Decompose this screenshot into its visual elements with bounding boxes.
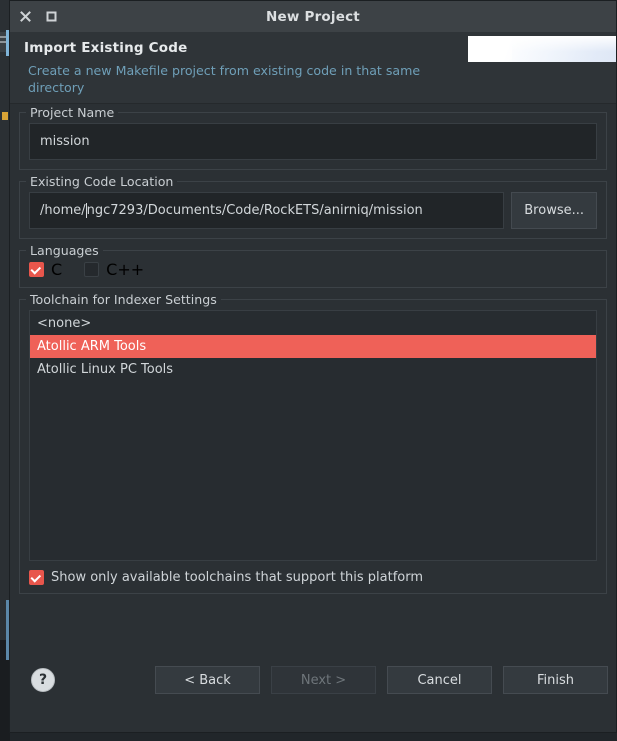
toolchain-group: Toolchain for Indexer Settings <none> At… — [19, 292, 607, 594]
next-button: Next > — [271, 666, 376, 694]
code-location-value-before-caret: /home/ — [40, 203, 86, 218]
help-icon[interactable]: ? — [31, 668, 55, 692]
toolchain-item-label: Atollic Linux PC Tools — [37, 362, 174, 377]
dialog-titlebar: New Project — [10, 1, 616, 32]
list-item[interactable]: Atollic ARM Tools — [30, 335, 596, 358]
back-button[interactable]: < Back — [155, 666, 260, 694]
checkbox-c[interactable] — [29, 262, 44, 277]
language-option-c[interactable]: C — [29, 260, 62, 279]
language-option-cpp[interactable]: C++ — [84, 260, 144, 279]
project-name-value: mission — [40, 134, 90, 149]
code-location-input[interactable]: /home/ngc7293/Documents/Code/RockETS/ani… — [29, 192, 505, 229]
show-only-available-row[interactable]: Show only available toolchains that supp… — [29, 570, 597, 585]
project-name-group: Project Name mission — [19, 105, 607, 170]
wizard-banner-image — [468, 36, 616, 62]
show-only-available-label: Show only available toolchains that supp… — [51, 570, 424, 585]
toolchain-item-label: <none> — [37, 316, 92, 331]
warning-marker-icon — [2, 112, 8, 120]
languages-group: Languages C C++ — [19, 243, 607, 288]
checkbox-show-only-available[interactable] — [29, 570, 44, 585]
maximize-icon[interactable] — [44, 10, 58, 24]
browse-button[interactable]: Browse... — [511, 192, 597, 229]
code-location-group-label: Existing Code Location — [26, 174, 178, 189]
toolchain-group-label: Toolchain for Indexer Settings — [26, 292, 221, 307]
list-item[interactable]: <none> — [30, 312, 596, 335]
checkbox-cpp[interactable] — [84, 262, 100, 277]
languages-group-label: Languages — [26, 243, 103, 258]
cancel-button[interactable]: Cancel — [387, 666, 492, 694]
language-label-c: C — [51, 260, 63, 279]
close-icon[interactable] — [18, 10, 32, 24]
code-location-row: /home/ngc7293/Documents/Code/RockETS/ani… — [29, 192, 597, 229]
toolchain-item-label: Atollic ARM Tools — [37, 339, 147, 354]
code-location-value-after-caret: ngc7293/Documents/Code/RockETS/anirniq/m… — [86, 203, 423, 218]
languages-row: C C++ — [29, 260, 597, 279]
list-item[interactable]: Atollic Linux PC Tools — [30, 358, 596, 381]
wizard-description: Create a new Makefile project from exist… — [28, 63, 421, 95]
window-controls — [10, 10, 58, 24]
toolchain-listbox[interactable]: <none> Atollic ARM Tools Atollic Linux P… — [29, 310, 597, 561]
window-title: New Project — [266, 8, 360, 25]
new-project-dialog: New Project Import Existing Code Create … — [9, 0, 617, 733]
wizard-button-bar: < Back Next > Cancel Finish — [155, 666, 608, 694]
project-name-input[interactable]: mission — [29, 123, 597, 160]
finish-button[interactable]: Finish — [503, 666, 608, 694]
project-name-group-label: Project Name — [26, 105, 119, 120]
language-label-cpp: C++ — [106, 260, 145, 279]
wizard-header: Import Existing Code Create a new Makefi… — [10, 32, 616, 104]
dialog-body: Project Name mission Existing Code Locat… — [10, 104, 616, 628]
dialog-footer: ? < Back Next > Cancel Finish — [10, 628, 616, 732]
code-location-group: Existing Code Location /home/ngc7293/Doc… — [19, 174, 607, 239]
